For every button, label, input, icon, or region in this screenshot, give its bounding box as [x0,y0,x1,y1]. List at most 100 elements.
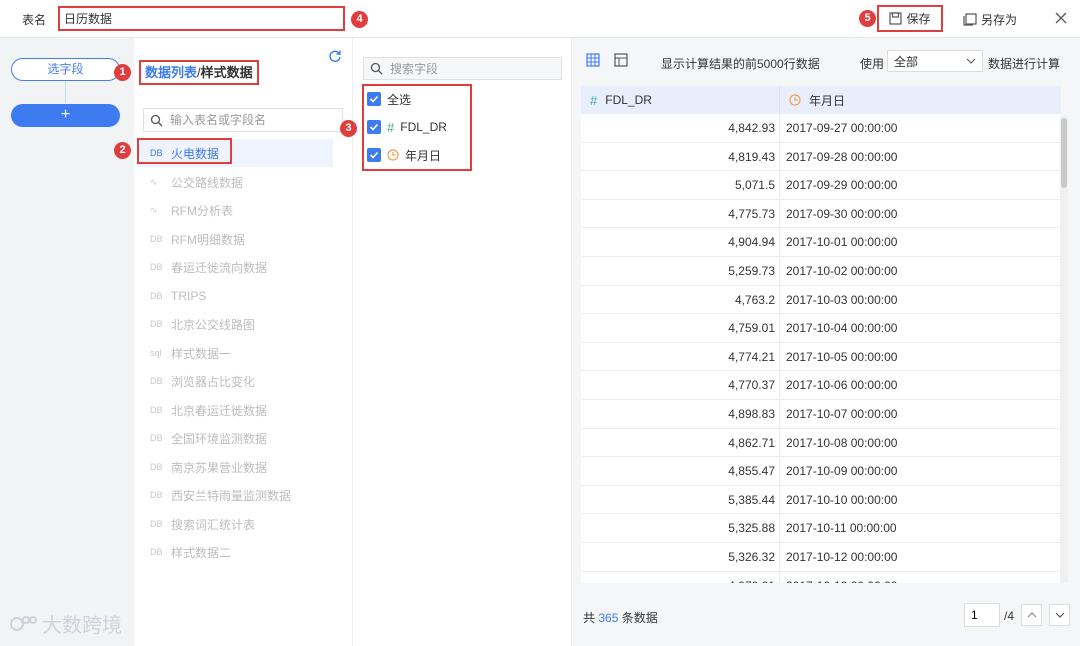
table-item-8[interactable]: DB 浏览器占比变化 [134,367,353,395]
table-item-label: RFM分析表 [171,203,233,218]
table-item-label: 北京公交线路图 [171,317,256,332]
table-item-0[interactable]: DB 火电数据 [134,139,353,167]
field-search-input[interactable] [390,61,540,76]
table-row: 4,819.43 2017-09-28 00:00:00 [581,142,1061,172]
db-icon: DB [150,262,163,272]
field-checkbox[interactable] [367,148,381,162]
table-item-1[interactable]: ∿ 公交路线数据 [134,168,353,196]
page-total: /4 [1004,609,1015,623]
grid-view-icon[interactable] [586,53,600,67]
column-header-label: 年月日 [809,93,846,108]
data-source-tabs: 数据列表/样式数据 [139,60,259,85]
table-item-2[interactable]: ∿ RFM分析表 [134,196,353,224]
cell-date: 2017-09-27 00:00:00 [786,121,898,135]
table-item-10[interactable]: DB 全国环境监测数据 [134,424,353,452]
close-icon[interactable] [1052,9,1070,27]
tab-style-data[interactable]: 样式数据 [201,65,253,80]
table-name-input[interactable] [58,6,345,31]
table-item-label: 浏览器占比变化 [171,374,256,389]
cell-fdl-dr: 4,774.21 [581,342,780,371]
marker-badge-5: 5 [859,10,876,27]
table-item-12[interactable]: DB 西安兰特雨量监测数据 [134,481,353,509]
marker-badge-4: 4 [351,11,368,28]
refresh-icon[interactable] [328,49,342,63]
table-item-7[interactable]: sql 样式数据一 [134,339,353,367]
table-row: 4,898.83 2017-10-07 00:00:00 [581,400,1061,429]
clock-icon [387,149,399,161]
field-row-0[interactable]: # FDL_DR [367,117,447,137]
cell-fdl-dr: 4,855.47 [581,457,780,485]
column-header-fdl-dr[interactable]: # FDL_DR [581,86,780,114]
save-as-label: 另存为 [981,12,1018,27]
column-header-label: FDL_DR [605,93,652,107]
table-search-input[interactable] [170,113,330,127]
cell-fdl-dr: 5,326.32 [581,543,780,571]
db-icon: DB [150,433,163,443]
page-number-input[interactable] [964,603,1000,627]
db-icon: DB [150,405,163,415]
db-icon: DB [150,490,163,500]
field-checkbox[interactable] [367,120,381,134]
select-all-checkbox[interactable] [367,92,381,106]
table-row: 4,759.01 2017-10-04 00:00:00 [581,314,1061,343]
field-row-1[interactable]: 年月日 [367,145,441,165]
save-as-icon [963,12,977,26]
table-item-6[interactable]: DB 北京公交线路图 [134,310,353,338]
table-header: # FDL_DR 年月日 [581,86,1061,114]
save-button[interactable]: 保存 [877,5,943,32]
table-item-label: 样式数据二 [171,545,232,560]
field-search-box [363,57,562,80]
cell-fdl-dr: 5,325.88 [581,514,780,542]
table-row: 5,259.73 2017-10-02 00:00:00 [581,257,1061,286]
table-item-4[interactable]: DB 春运迁徙流向数据 [134,253,353,281]
table-item-5[interactable]: DB TRIPS [134,282,353,310]
cell-date: 2017-10-11 00:00:00 [786,521,897,536]
table-item-label: 公交路线数据 [171,175,244,190]
table-item-14[interactable]: DB 样式数据二 [134,538,353,566]
table-name-label: 表名 [22,13,47,27]
table-item-3[interactable]: DB RFM明细数据 [134,225,353,253]
table-item-label: 火电数据 [171,146,220,161]
watermark-text: 大数跨境 [42,615,122,637]
save-as-button[interactable]: 另存为 [963,8,1017,30]
field-label: 年月日 [405,148,442,163]
cell-date: 2017-09-30 00:00:00 [786,206,898,221]
next-page-button[interactable] [1049,604,1070,626]
table-view-icon[interactable] [614,53,628,67]
table-item-13[interactable]: DB 搜索词汇统计表 [134,510,353,538]
table-search-box [143,108,343,132]
scrollbar-thumb[interactable] [1061,118,1067,188]
calc-suffix-text: 数据进行计算 [988,57,1061,71]
chevron-down-icon [966,58,976,64]
record-count-value: 365 [598,611,619,625]
table-row: 4,774.21 2017-10-05 00:00:00 [581,342,1061,372]
calc-scope-value: 全部 [894,54,919,69]
calc-scope-select[interactable]: 全部 [887,50,983,72]
table-item-label: 全国环境监测数据 [171,431,268,446]
cell-date: 2017-10-02 00:00:00 [786,264,898,278]
table-row: 5,385.44 2017-10-10 00:00:00 [581,485,1061,515]
watermark-logo-icon [10,615,37,631]
marker-badge-3: 3 [340,120,357,137]
tab-data-list[interactable]: 数据列表 [145,65,197,80]
db-icon: DB [150,376,163,386]
cell-date: 2017-09-29 00:00:00 [786,178,898,193]
select-field-step[interactable]: 选字段 [11,58,120,81]
cell-date: 2017-10-04 00:00:00 [786,321,898,336]
save-icon [889,12,903,25]
prev-page-button[interactable] [1021,604,1042,626]
search-icon [370,62,383,75]
data-preview-panel: 显示计算结果的前5000行数据 使用 全部 数据进行计算 # FDL_DR 年月… [572,38,1080,646]
column-header-date[interactable]: 年月日 [780,86,1061,114]
top-bar: 表名 4 5 保存 另存为 [0,0,1080,38]
series-icon: ∿ [150,176,158,187]
cell-fdl-dr: 4,979.21 [581,571,780,583]
db-icon: DB [150,547,163,557]
db-icon: DB [150,234,163,244]
db-icon: DB [150,462,163,472]
select-all-row[interactable]: 全选 [367,89,411,109]
add-step-button[interactable]: + [11,104,120,127]
cell-date: 2017-10-03 00:00:00 [786,292,898,307]
table-item-9[interactable]: DB 北京春运迁徙数据 [134,396,353,424]
table-item-11[interactable]: DB 南京苏果营业数据 [134,453,353,481]
